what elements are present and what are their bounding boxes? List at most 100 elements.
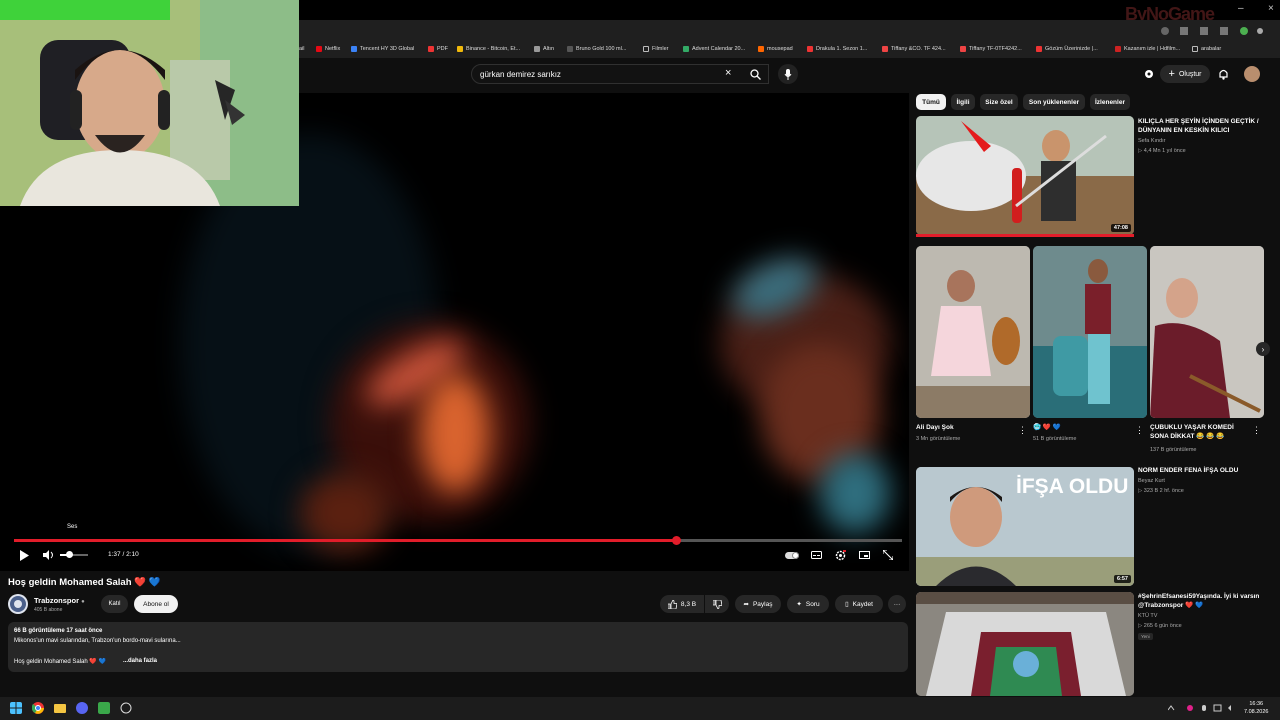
more-horizontal-icon: ··· [893,600,901,608]
chip-watched[interactable]: İzlenenler [1090,94,1130,110]
thumbnail-image [916,592,1134,696]
chip-for-you[interactable]: Size özel [980,94,1018,110]
next-shorts-button[interactable]: › [1256,342,1270,356]
short-thumbnail[interactable] [1033,246,1147,418]
more-actions-button[interactable]: ··· [888,595,906,613]
webcam-image [0,0,299,206]
bookmark-item[interactable]: Netflix [316,46,340,52]
short-thumbnail[interactable] [1150,246,1264,418]
search-button[interactable] [740,64,770,84]
channel-name[interactable]: KTÜ TV [1138,612,1157,621]
verified-icon: ● [81,599,85,605]
windows-taskbar [0,697,1280,720]
video-title: Hoş geldin Mohamed Salah ❤️ 💙 [8,577,161,588]
short-views: 3 Mn görüntüleme [916,436,961,442]
bookmark-item[interactable]: PDF [428,46,448,52]
play-button[interactable] [17,549,31,561]
duration-badge: 6:57 [1113,575,1131,583]
dislike-button[interactable] [705,595,729,613]
short-title[interactable]: ÇUBUKLU YAŞAR KOMEDİ SONA DİKKAT 😂 😂 😂 [1150,423,1250,441]
bookmark-item[interactable]: Tencent HY 3D Global [351,46,414,52]
avatar[interactable] [1244,66,1260,82]
save-button[interactable]: ▯ Kaydet [835,595,883,613]
fullscreen-button[interactable] [881,549,895,561]
taskbar-clock[interactable]: 16:36 7.08.2026 [1244,700,1268,716]
system-tray-icons[interactable] [1168,704,1238,712]
discord-icon[interactable] [76,702,88,714]
bookmark-item[interactable]: Gözüm Üzerinizde |... [1036,46,1098,52]
app-icon[interactable] [120,702,132,714]
share-icon: ➦ [743,601,749,608]
more-vert-icon[interactable]: ⋮ [1018,425,1027,436]
progress-bar-played [14,539,676,542]
bookmark-item[interactable]: ail [299,46,305,52]
bookmark-item[interactable]: Altın [534,46,554,52]
bookmark-item[interactable]: Advent Calendar 20... [683,46,745,52]
bookmark-item[interactable]: Tiffany TF-0TF4242... [960,46,1022,52]
autoplay-toggle[interactable] [784,549,800,561]
chrome-icon[interactable] [32,702,44,714]
show-more-link[interactable]: ...daha fazla [123,658,157,664]
mute-button[interactable] [41,549,55,561]
bookmark-folder[interactable]: Filmler [643,46,669,52]
like-button[interactable]: 8,3 B [660,595,704,613]
chip-all[interactable]: Tümü [916,94,946,110]
thumbnail-image [1150,246,1264,418]
bookmark-item[interactable]: Kazanım izle | Hdfilm... [1115,46,1180,52]
bookmark-item[interactable]: Binance - Bitcoin, Et... [457,46,520,52]
channel-name[interactable]: Beyaz Kurt [1138,477,1165,486]
app-icon[interactable] [98,702,110,714]
clear-search-icon[interactable]: × [725,67,731,79]
short-title[interactable]: 🥶 ❤️ 💙 [1033,423,1133,432]
chip-recent-uploads[interactable]: Son yüklenenler [1023,94,1085,110]
video-title[interactable]: NORM ENDER FENA İFŞA OLDU [1138,466,1266,475]
bookmark-item[interactable]: Tiffany &CO. TF 424... [882,46,946,52]
cast-icon[interactable] [1143,68,1155,80]
bookmark-item[interactable]: Bruno Gold 100 ml... [567,46,626,52]
minimize-icon[interactable]: – [1238,3,1244,14]
description-box[interactable]: 66 B görüntüleme 17 saat önce Mikonos'un… [8,622,908,672]
bookmark-folder[interactable]: arabalar [1192,46,1221,52]
sparkle-icon: ✦ [796,601,802,608]
thumbs-down-icon [712,599,722,609]
windows-start-icon[interactable] [10,702,22,714]
short-thumbnail[interactable] [916,246,1030,418]
subscriber-count: 405 B abone [34,607,63,613]
bookmark-item[interactable]: Drakula 1. Sezon 1... [807,46,867,52]
video-meta: ▷ 323 B 2 hf. önce [1138,488,1184,494]
channel-name[interactable]: Trabzonspor ● [34,596,85,605]
video-frame-shape [420,373,490,493]
video-thumbnail[interactable]: İFŞA OLDU 6:57 [916,467,1134,586]
channel-name[interactable]: Sefa Kındır [1138,137,1166,146]
close-window-icon[interactable]: × [1268,3,1274,14]
create-button[interactable]: + Oluştur [1160,65,1210,83]
bookmark-item[interactable]: mousepad [758,46,793,52]
miniplayer-button[interactable] [857,549,871,561]
notifications-bell-icon[interactable] [1218,68,1229,80]
play-icon [20,549,29,561]
settings-button[interactable] [833,549,847,561]
share-button[interactable]: ➦ Paylaş [735,595,781,613]
subtitles-button[interactable] [809,549,823,561]
channel-avatar[interactable] [8,594,28,614]
file-explorer-icon[interactable] [54,702,66,714]
new-badge: Yeni [1138,633,1153,640]
miniplayer-icon [858,551,870,559]
ask-button[interactable]: ✦ Soru [787,595,829,613]
browser-extension-icons[interactable] [1160,25,1270,37]
more-vert-icon[interactable]: ⋮ [1252,425,1261,436]
volume-knob[interactable] [66,551,73,558]
progress-scrubber[interactable] [671,536,681,545]
voice-search-button[interactable] [778,64,798,84]
video-title[interactable]: #ŞehrinEfsanesi59Yaşında. İyi ki varsın … [1138,592,1266,610]
more-vert-icon[interactable]: ⋮ [1135,425,1144,436]
volume-tooltip: Ses [67,524,78,530]
video-thumbnail[interactable] [916,592,1134,696]
video-thumbnail[interactable]: 47:08 [916,116,1134,235]
short-title[interactable]: Ali Dayı Şok [916,423,1016,432]
video-title[interactable]: KILIÇLA HER ŞEYİN İÇİNDEN GEÇTİK / DÜNYA… [1138,117,1266,135]
join-button[interactable]: Katıl [101,595,128,613]
chip-related[interactable]: İlgili [951,94,975,110]
subtitles-icon [810,551,822,559]
subscribe-button[interactable]: Abone ol [134,595,178,613]
